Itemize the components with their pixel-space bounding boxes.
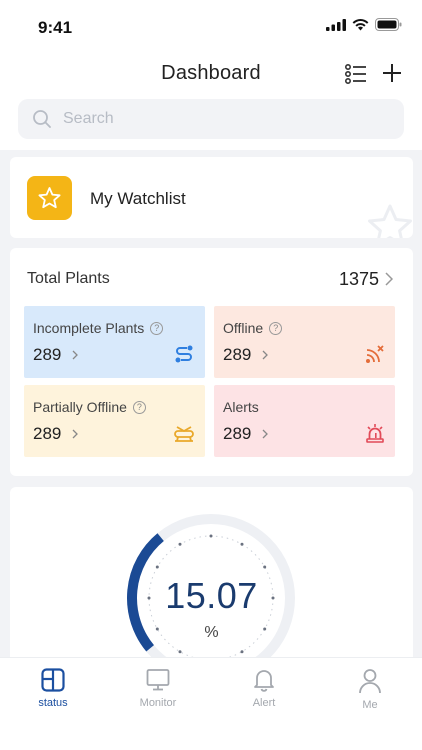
- wifi-icon: [352, 18, 369, 30]
- header: 9:41 Dashboard Search: [0, 0, 422, 150]
- tile-label-text: Alerts: [223, 399, 259, 415]
- tab-monitor[interactable]: Monitor: [123, 668, 193, 709]
- gauge-tick: [155, 565, 159, 569]
- total-plants-count[interactable]: 1375: [339, 269, 379, 290]
- cellular-signal-icon: [326, 18, 346, 31]
- tile-label: Incomplete Plants ?: [33, 320, 164, 336]
- search-placeholder: Search: [63, 110, 114, 127]
- gauge-tick: [209, 534, 213, 538]
- add-icon[interactable]: [382, 63, 402, 83]
- gauge-tick: [240, 542, 244, 546]
- nav-bar: Dashboard: [0, 56, 422, 94]
- signal-off-icon: [366, 345, 384, 363]
- gauge-tick: [178, 650, 182, 654]
- tile-alerts[interactable]: Alerts 289: [214, 385, 395, 457]
- chevron-right-icon[interactable]: [385, 272, 393, 286]
- tile-label-text: Offline: [223, 320, 264, 336]
- watchlist-card[interactable]: My Watchlist: [10, 157, 413, 238]
- total-plants-card: Total Plants 1375 Incomplete Plants ? 28…: [10, 248, 413, 476]
- battery-icon: [375, 18, 402, 31]
- tab-status[interactable]: status: [18, 668, 88, 709]
- tab-label: Alert: [252, 697, 276, 709]
- gauge-tick: [263, 565, 267, 569]
- tab-label: status: [38, 697, 68, 709]
- chevron-right-icon: [262, 350, 268, 360]
- tile-label: Offline ?: [223, 320, 283, 336]
- tab-me[interactable]: Me: [335, 668, 405, 711]
- search-input[interactable]: Search: [18, 99, 404, 139]
- search-icon: [33, 110, 51, 128]
- tile-partially-offline[interactable]: Partially Offline ? 289: [24, 385, 205, 457]
- gauge-unit: %: [204, 624, 219, 641]
- tile-incomplete-plants[interactable]: Incomplete Plants ? 289: [24, 306, 205, 378]
- bell-icon: [254, 670, 274, 692]
- monitor-icon: [146, 669, 170, 691]
- person-icon: [359, 669, 381, 694]
- status-icon: [41, 668, 65, 692]
- gauge-tick: [178, 542, 182, 546]
- chevron-right-icon: [72, 429, 78, 439]
- tab-alert[interactable]: Alert: [229, 668, 299, 709]
- chevron-right-icon: [262, 429, 268, 439]
- tab-bar: status Monitor Alert Me: [0, 657, 422, 750]
- watchlist-label: My Watchlist: [90, 189, 186, 208]
- partial-offline-icon: [174, 426, 194, 442]
- tile-label: Alerts: [223, 399, 259, 415]
- status-time: 9:41: [38, 18, 73, 37]
- help-icon[interactable]: ?: [269, 321, 283, 335]
- gauge-value: 15.07: [165, 575, 258, 616]
- tile-value: 289: [33, 424, 62, 443]
- tile-label-text: Partially Offline: [33, 399, 127, 415]
- list-icon[interactable]: [345, 64, 367, 84]
- connection-icon: [175, 345, 193, 363]
- tab-label: Monitor: [139, 697, 177, 709]
- status-icons: [326, 18, 402, 31]
- tile-value: 289: [33, 345, 62, 364]
- tile-offline[interactable]: Offline ? 289: [214, 306, 395, 378]
- status-bar: 9:41: [0, 0, 422, 52]
- tab-label: Me: [362, 699, 378, 711]
- gauge-tick: [240, 650, 244, 654]
- star-watermark-icon: [368, 204, 412, 238]
- chevron-right-icon: [72, 350, 78, 360]
- help-icon[interactable]: ?: [132, 400, 146, 414]
- tile-label: Partially Offline ?: [33, 399, 146, 415]
- watchlist-badge: [27, 176, 72, 220]
- star-icon: [38, 187, 61, 209]
- tile-value: 289: [223, 424, 252, 443]
- total-plants-title: Total Plants: [27, 270, 110, 287]
- tile-value: 289: [223, 345, 252, 364]
- help-icon[interactable]: ?: [150, 321, 164, 335]
- tile-label-text: Incomplete Plants: [33, 320, 145, 336]
- alarm-icon: [366, 424, 384, 443]
